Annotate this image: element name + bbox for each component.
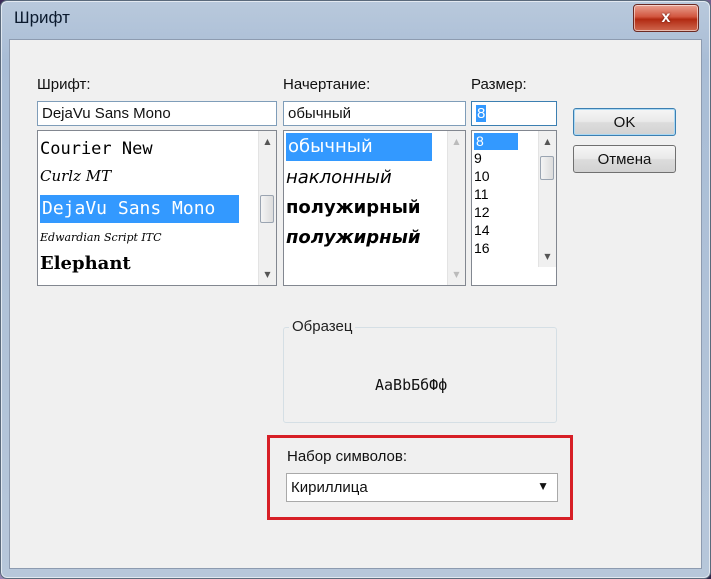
scrollbar-thumb[interactable]: [540, 156, 554, 180]
list-item[interactable]: 14: [474, 222, 490, 238]
window-title: Шрифт: [14, 8, 70, 27]
list-item[interactable]: наклонный: [286, 167, 392, 188]
style-input[interactable]: обычный: [283, 101, 466, 126]
list-item-selected[interactable]: обычный: [286, 133, 432, 161]
scroll-up-icon[interactable]: ▲: [259, 133, 276, 150]
list-item[interactable]: 12: [474, 204, 490, 220]
charset-label: Набор символов:: [287, 448, 408, 465]
scroll-down-icon[interactable]: ▼: [539, 248, 556, 265]
cancel-button[interactable]: Отмена: [573, 145, 676, 173]
style-list-scrollbar[interactable]: ▲ ▼: [447, 131, 465, 285]
ok-button[interactable]: OK: [573, 108, 676, 136]
close-icon: x: [661, 9, 671, 26]
sample-label: Образец: [289, 318, 356, 335]
sample-groupbox: [283, 327, 557, 423]
list-item[interactable]: Courier New: [40, 139, 153, 159]
sample-text: AaBbБбФф: [375, 376, 448, 394]
list-item-selected[interactable]: DejaVu Sans Mono: [40, 195, 239, 223]
size-label: Размер:: [471, 76, 527, 93]
font-list-scrollbar[interactable]: ▲ ▼: [258, 131, 276, 285]
list-item[interactable]: 9: [474, 150, 482, 166]
font-label: Шрифт:: [37, 76, 91, 93]
list-item[interactable]: полужирный: [286, 227, 420, 248]
chevron-down-icon[interactable]: ▼: [537, 479, 549, 493]
charset-select-value: Кириллица: [291, 479, 368, 496]
font-list[interactable]: Courier New Curlz MT DejaVu Sans Mono Ed…: [37, 130, 277, 286]
dialog-client-area: Шрифт: DejaVu Sans Mono Courier New Curl…: [9, 39, 702, 569]
scroll-up-icon[interactable]: ▲: [539, 133, 556, 150]
list-item[interactable]: Elephant: [40, 253, 131, 274]
list-item[interactable]: 10: [474, 168, 490, 184]
list-item[interactable]: 16: [474, 240, 490, 256]
size-input[interactable]: 8: [471, 101, 557, 126]
size-list-scrollbar[interactable]: ▲ ▼: [538, 131, 556, 267]
list-item[interactable]: Edwardian Script ITC: [40, 231, 162, 244]
list-item[interactable]: 11: [474, 186, 489, 202]
list-item[interactable]: Curlz MT: [40, 167, 111, 185]
size-input-value: 8: [476, 105, 487, 122]
charset-select[interactable]: Кириллица ▼: [286, 473, 558, 502]
scroll-down-icon[interactable]: ▼: [259, 266, 276, 283]
list-item-selected[interactable]: 8: [474, 133, 518, 150]
style-label: Начертание:: [283, 76, 371, 93]
title-bar[interactable]: Шрифт x: [1, 1, 710, 37]
close-button[interactable]: x: [633, 4, 699, 32]
list-item[interactable]: полужирный: [286, 197, 420, 218]
font-dialog-window: Шрифт x Шрифт: DejaVu Sans Mono Courier …: [0, 0, 711, 579]
scroll-down-icon[interactable]: ▼: [448, 266, 465, 283]
scrollbar-thumb[interactable]: [260, 195, 274, 223]
size-list[interactable]: 8 9 10 11 12 14 16 ▲ ▼: [471, 130, 557, 286]
font-input[interactable]: DejaVu Sans Mono: [37, 101, 277, 126]
style-list[interactable]: обычный наклонный полужирный полужирный …: [283, 130, 466, 286]
scroll-up-icon[interactable]: ▲: [448, 133, 465, 150]
